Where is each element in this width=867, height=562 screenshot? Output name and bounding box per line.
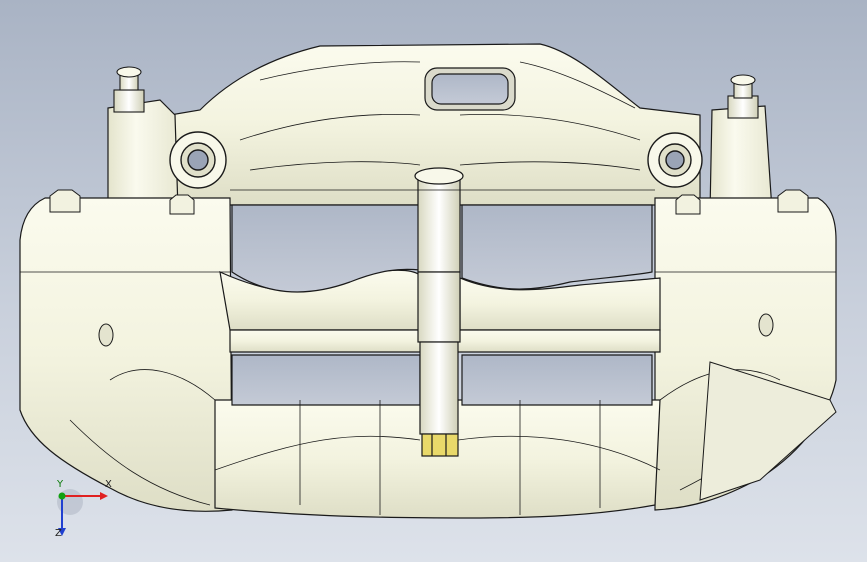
- z-axis-label: Z: [55, 528, 62, 539]
- right-port-ring: [647, 132, 703, 188]
- caliper-model[interactable]: [0, 0, 867, 562]
- center-pin: [414, 167, 464, 457]
- bridge-slot: [424, 67, 516, 111]
- left-port-ring: [169, 131, 227, 189]
- right-bleed-screw: [727, 74, 759, 119]
- axis-triad: X Y Z: [44, 479, 114, 544]
- y-axis-dot: [58, 492, 66, 500]
- left-bleed-screw: [113, 66, 145, 113]
- y-axis-label: Y: [57, 479, 64, 490]
- 3d-viewport[interactable]: X Y Z: [0, 0, 867, 562]
- x-axis-label: X: [105, 479, 112, 490]
